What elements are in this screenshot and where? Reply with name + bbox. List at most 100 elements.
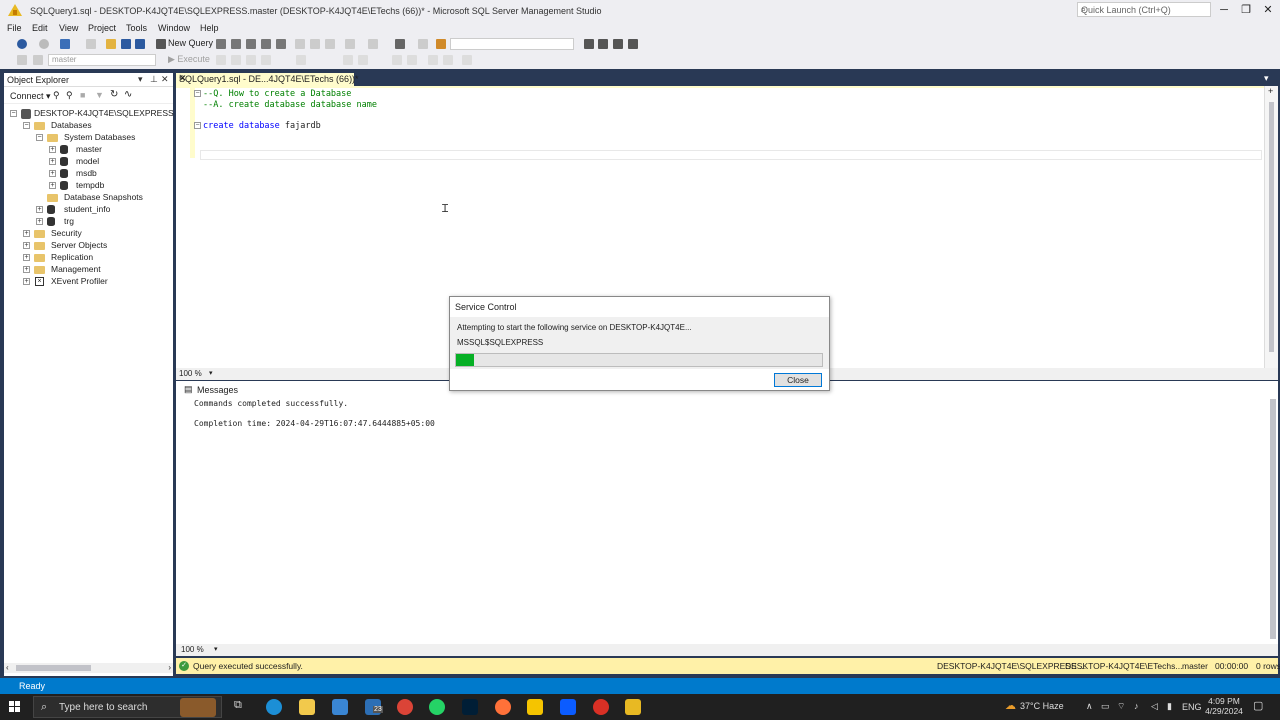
query-dmx-icon[interactable] <box>231 39 241 49</box>
fold-icon[interactable]: − <box>194 122 201 129</box>
new-query-icon[interactable] <box>156 39 166 49</box>
sticky-notes-icon[interactable] <box>527 699 543 715</box>
ssms-taskbar-icon[interactable] <box>625 699 641 715</box>
expand-icon[interactable]: + <box>23 278 30 285</box>
new-project-icon[interactable] <box>60 39 70 49</box>
scroll-left-icon[interactable]: ‹ <box>6 663 9 672</box>
cut-icon[interactable] <box>295 39 305 49</box>
query-das-icon[interactable] <box>261 39 271 49</box>
connect-button[interactable]: Connect ▾ <box>10 91 51 102</box>
dropdown-icon[interactable] <box>418 39 428 49</box>
panel-menu-icon[interactable]: ▾ <box>138 74 143 85</box>
store-icon[interactable] <box>332 699 348 715</box>
filter-icon[interactable]: ▼ <box>95 90 104 100</box>
open-file-icon[interactable] <box>106 39 116 49</box>
tab-messages[interactable]: ▤ Messages <box>176 383 246 397</box>
expand-icon[interactable]: + <box>49 158 56 165</box>
network-icon[interactable]: ▭ <box>1101 701 1110 712</box>
save-icon[interactable] <box>121 39 131 49</box>
menu-edit[interactable]: Edit <box>32 23 48 33</box>
parse-icon[interactable] <box>231 55 241 65</box>
back-icon[interactable] <box>17 39 27 49</box>
properties-icon[interactable] <box>584 39 594 49</box>
fold-icon[interactable]: − <box>194 90 201 97</box>
menu-view[interactable]: View <box>59 23 78 33</box>
find-combo[interactable] <box>450 38 574 50</box>
collapse-icon[interactable]: − <box>36 134 43 141</box>
execute-button[interactable]: ▶ Execute <box>168 54 210 65</box>
save-all-icon[interactable] <box>135 39 145 49</box>
menu-window[interactable]: Window <box>158 23 190 33</box>
paste-icon[interactable] <box>325 39 335 49</box>
undo-icon[interactable] <box>345 39 355 49</box>
find-icon[interactable] <box>436 39 446 49</box>
zoom-level[interactable]: 100 % <box>179 369 202 378</box>
collapse-icon[interactable]: − <box>23 122 30 129</box>
chrome-profile-icon[interactable] <box>593 699 609 715</box>
query-designer-icon[interactable] <box>261 55 271 65</box>
comment-icon[interactable] <box>392 55 402 65</box>
object-explorer-hscrollbar[interactable]: ‹ › <box>4 663 173 673</box>
minimize-button[interactable]: ─ <box>1213 2 1235 18</box>
close-button[interactable]: Close <box>774 373 822 387</box>
disconnect-icon[interactable] <box>33 55 43 65</box>
zoom-level[interactable]: 100 % <box>181 645 204 654</box>
mail-icon[interactable]: 23 <box>365 699 383 715</box>
include-plan-icon[interactable] <box>296 55 306 65</box>
expand-icon[interactable]: + <box>49 182 56 189</box>
activity-icon[interactable]: ∿ <box>124 89 132 100</box>
maximize-button[interactable]: ❐ <box>1235 2 1257 18</box>
close-window-button[interactable]: ✕ <box>1257 2 1279 18</box>
task-view-icon[interactable]: ⧉ <box>234 699 242 712</box>
file-explorer-icon[interactable] <box>299 699 315 715</box>
scroll-thumb[interactable] <box>16 665 91 671</box>
specify-values-icon[interactable] <box>462 55 472 65</box>
menu-project[interactable]: Project <box>88 23 116 33</box>
whatsapp-icon[interactable] <box>429 699 445 715</box>
split-icon[interactable]: + <box>1268 86 1273 96</box>
tools-icon[interactable] <box>598 39 608 49</box>
quick-launch-input[interactable]: Quick Launch (Ctrl+Q) ⌕ <box>1077 2 1211 17</box>
expand-icon[interactable]: + <box>23 266 30 273</box>
indent-icon[interactable] <box>443 55 453 65</box>
weather-text[interactable]: 37°C Haze <box>1020 701 1064 711</box>
battery-icon[interactable]: ▮ <box>1167 701 1172 712</box>
close-tab-icon[interactable]: ✕ <box>179 73 350 84</box>
menu-tools[interactable]: Tools <box>126 23 147 33</box>
zoom-dropdown-icon[interactable]: ▾ <box>214 645 218 653</box>
new-query-button[interactable]: New Query <box>168 38 213 48</box>
toolbox-icon[interactable] <box>613 39 623 49</box>
tray-chevron-icon[interactable]: ∧ <box>1086 701 1093 712</box>
expand-icon[interactable]: + <box>23 254 30 261</box>
expand-icon[interactable]: + <box>36 206 43 213</box>
pin-icon[interactable]: ⊥ <box>150 74 158 85</box>
outdent-icon[interactable] <box>428 55 438 65</box>
refresh-icon[interactable]: ↻ <box>110 89 118 100</box>
redo-icon[interactable] <box>368 39 378 49</box>
menu-help[interactable]: Help <box>200 23 219 33</box>
expand-icon[interactable]: + <box>23 230 30 237</box>
results-scroll-thumb[interactable] <box>1270 399 1276 639</box>
windows-start-icon[interactable] <box>9 701 21 713</box>
menu-file[interactable]: File <box>7 23 22 33</box>
zoom-dropdown-icon[interactable]: ▾ <box>209 369 213 377</box>
collapse-icon[interactable]: − <box>10 110 17 117</box>
tab-sqlquery1[interactable]: SQLQuery1.sql - DE...4JQT4E\ETechs (66))… <box>176 73 359 86</box>
database-select[interactable]: master <box>48 54 156 66</box>
cancel-query-icon[interactable] <box>216 55 226 65</box>
expand-icon[interactable]: + <box>23 242 30 249</box>
activity-monitor-icon[interactable] <box>395 39 405 49</box>
wifi-icon[interactable]: ⌔ <box>1117 701 1125 712</box>
results-text-icon[interactable] <box>343 55 353 65</box>
tree-node-server[interactable]: − DESKTOP-K4JQT4E\SQLEXPRESS (SQL S <box>10 108 204 120</box>
stop-icon[interactable]: ■ <box>80 90 85 100</box>
notifications-icon[interactable]: ▢ <box>1253 699 1263 712</box>
edge-icon[interactable] <box>266 699 282 715</box>
query-xmla-icon[interactable] <box>246 39 256 49</box>
expand-icon[interactable]: + <box>49 146 56 153</box>
close-panel-icon[interactable]: ✕ <box>161 74 169 85</box>
copy-icon[interactable] <box>310 39 320 49</box>
scroll-thumb[interactable] <box>1269 102 1274 352</box>
connect-icon[interactable] <box>17 55 27 65</box>
query-mdx-icon[interactable] <box>216 39 226 49</box>
